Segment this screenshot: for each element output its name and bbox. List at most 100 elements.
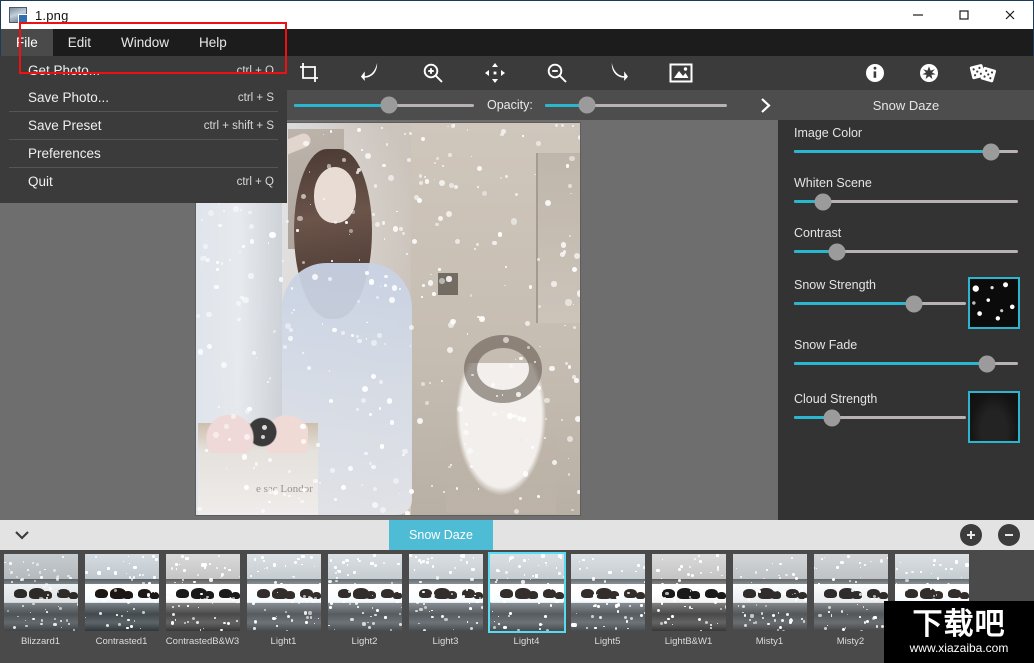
menu-item-accel: ctrl + S (237, 91, 274, 104)
preset-thumbnail-label: Light3 (432, 636, 459, 647)
snowflake-settings-icon[interactable] (902, 56, 956, 90)
close-button[interactable] (987, 1, 1033, 29)
menu-help-label: Help (199, 35, 227, 50)
menu-item-label: Preferences (28, 146, 101, 161)
preset-thumbnail-label: Light1 (270, 636, 297, 647)
dice-icon[interactable] (956, 56, 1010, 90)
menu-edit[interactable]: Edit (53, 29, 106, 56)
preset-thumbnail[interactable]: Misty2 (810, 550, 891, 647)
thumb-sky (489, 554, 564, 581)
chevron-down-icon[interactable] (0, 520, 44, 550)
preset-thumbnail-label: Light4 (513, 636, 540, 647)
control-image-color: Image Color (794, 126, 1018, 160)
menu-window-label: Window (121, 35, 170, 50)
preset-thumbnail[interactable]: Light1 (243, 550, 324, 647)
menu-window[interactable]: Window (106, 29, 184, 56)
preset-thumbnail-image[interactable] (327, 554, 402, 631)
undo-icon[interactable] (340, 56, 402, 90)
preset-thumbnail-image[interactable] (408, 554, 483, 631)
maximize-button[interactable] (941, 1, 987, 29)
window-controls (895, 1, 1033, 30)
preset-thumbnail[interactable]: Light5 (567, 550, 648, 647)
preset-thumbnail-image[interactable] (570, 554, 645, 631)
snow-fade-slider[interactable] (794, 355, 1018, 372)
menu-item-preferences[interactable]: Preferences (1, 140, 286, 167)
preset-thumbnail-label: Contrasted1 (95, 636, 148, 647)
preset-thumbnail-image[interactable] (246, 554, 321, 631)
preset-thumbnail[interactable]: Light4 (486, 550, 567, 647)
info-icon[interactable] (848, 56, 902, 90)
menu-item-save-preset[interactable]: Save Preset ctrl + shift + S (1, 112, 286, 139)
menu-item-label: Quit (28, 174, 53, 189)
preset-thumbnail[interactable]: Misty1 (729, 550, 810, 647)
thumb-animals (571, 585, 645, 600)
minimize-button[interactable] (895, 1, 941, 29)
thumb-animals (652, 585, 726, 600)
preset-thumbnail-image[interactable] (651, 554, 726, 631)
preset-tab-snow-daze[interactable]: Snow Daze (389, 520, 493, 550)
move-icon[interactable] (464, 56, 526, 90)
menu-item-save-photo[interactable]: Save Photo... ctrl + S (1, 84, 286, 111)
photo-frame (536, 153, 580, 323)
chevron-right-icon[interactable] (752, 90, 778, 120)
thumb-animals (490, 585, 564, 600)
preset-thumbnail-label: LightB&W1 (664, 636, 713, 647)
preset-thumbnail-image[interactable] (84, 554, 159, 631)
thumb-ground (489, 602, 564, 631)
title-bar: 1.png (0, 0, 1034, 29)
preset-thumbnail[interactable]: Blizzard1 (0, 550, 81, 647)
control-label: Image Color (794, 126, 863, 140)
control-label: Whiten Scene (794, 176, 872, 190)
snow-texture-preview[interactable] (968, 277, 1020, 329)
preset-thumbnail-image[interactable] (732, 554, 807, 631)
contrast-slider[interactable] (794, 243, 1018, 260)
preset-thumbnail[interactable]: Light2 (324, 550, 405, 647)
thumb-ground (327, 602, 402, 631)
menu-item-accel: ctrl + Q (236, 175, 274, 188)
preset-thumbnail[interactable]: Contrasted1 (81, 550, 162, 647)
preset-thumbnail[interactable]: LightB&W1 (648, 550, 729, 647)
preset-name-title: Snow Daze (778, 90, 1034, 120)
add-preset-button[interactable] (960, 524, 982, 546)
watermark: 下载吧 www.xiazaiba.com (884, 601, 1034, 663)
menu-edit-label: Edit (67, 35, 92, 50)
preset-thumbnail-label: Light2 (351, 636, 378, 647)
file-menu-dropdown[interactable]: Get Photo... ctrl + O Save Photo... ctrl… (0, 56, 287, 203)
preset-thumbnail-strip[interactable]: Blizzard1 Contrasted1 ContrastedB&W3 Light1… (0, 550, 1034, 663)
snow-strength-slider[interactable] (794, 295, 966, 312)
cloud-texture-preview[interactable] (968, 391, 1020, 443)
cloud-strength-slider[interactable] (794, 409, 966, 426)
zoom-in-icon[interactable] (402, 56, 464, 90)
menu-help[interactable]: Help (184, 29, 242, 56)
control-whiten-scene: Whiten Scene (794, 176, 1018, 210)
menu-item-accel: ctrl + O (236, 64, 274, 77)
thumb-animals (328, 585, 402, 600)
thumb-sky (327, 554, 402, 581)
preset-thumbnail-image[interactable] (3, 554, 78, 631)
preset-thumbnail-image[interactable] (813, 554, 888, 631)
menu-item-accel: ctrl + shift + S (203, 119, 274, 132)
redo-icon[interactable] (588, 56, 650, 90)
image-color-slider[interactable] (794, 143, 1018, 160)
toolbar-utility (848, 56, 1010, 90)
crop-icon[interactable] (278, 56, 340, 90)
photo-wreath (464, 335, 542, 403)
image-export-icon[interactable] (650, 56, 712, 90)
preset-thumbnail-image[interactable] (165, 554, 240, 631)
preset-bar: Snow Daze (0, 520, 1034, 550)
window-title: 1.png (35, 7, 69, 23)
menu-file[interactable]: File (1, 29, 53, 56)
remove-preset-button[interactable] (998, 524, 1020, 546)
thumb-sky (813, 554, 888, 581)
menu-item-quit[interactable]: Quit ctrl + Q (1, 168, 286, 195)
preset-thumbnail[interactable]: Light3 (405, 550, 486, 647)
opacity-slider[interactable] (545, 90, 727, 120)
zoom-out-icon[interactable] (526, 56, 588, 90)
brush-size-slider[interactable] (294, 90, 474, 120)
whiten-scene-slider[interactable] (794, 193, 1018, 210)
preset-thumbnail[interactable]: ContrastedB&W3 (162, 550, 243, 647)
opacity-label: Opacity: (487, 98, 533, 112)
control-contrast: Contrast (794, 226, 1018, 260)
preset-thumbnail-image[interactable] (487, 552, 566, 633)
menu-item-get-photo[interactable]: Get Photo... ctrl + O (1, 57, 286, 84)
